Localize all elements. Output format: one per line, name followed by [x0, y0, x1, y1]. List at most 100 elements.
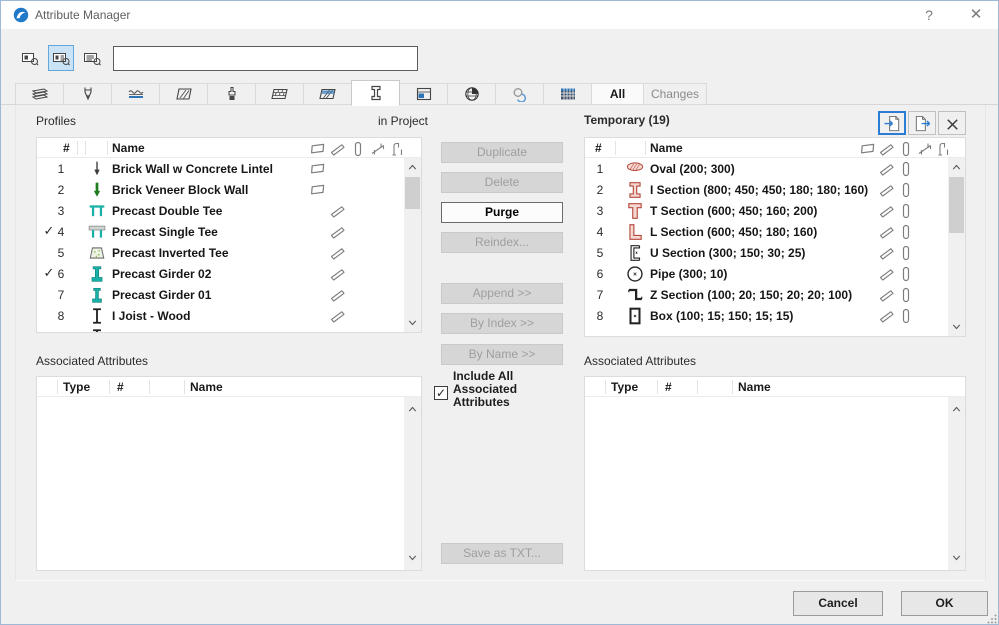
box-icon	[626, 307, 644, 328]
row-number: 6	[57, 267, 65, 281]
clear-temporary-button[interactable]	[938, 111, 966, 135]
row-name: T Section (600; 450; 160; 200)	[650, 204, 818, 218]
save-attribute-file-button[interactable]	[908, 111, 936, 135]
tab-pens[interactable]	[63, 83, 112, 105]
ok-button[interactable]: OK	[901, 591, 988, 616]
tab-changes[interactable]: Changes	[643, 83, 707, 105]
scroll-down-icon[interactable]	[406, 551, 419, 564]
scroll-down-icon[interactable]	[950, 551, 963, 564]
temporary-scrollbar[interactable]	[948, 158, 965, 336]
filter-by-name-button[interactable]	[79, 45, 105, 71]
save-as-txt-button[interactable]: Save as TXT...	[441, 543, 563, 564]
tab-line-types[interactable]	[111, 83, 160, 105]
row-number: 7	[57, 288, 65, 302]
scroll-thumb[interactable]	[949, 177, 964, 233]
delete-button[interactable]: Delete	[441, 172, 563, 193]
column-icon	[898, 203, 914, 222]
temporary-row[interactable]: 2 I Section (800; 450; 450; 180; 180; 160…	[585, 179, 948, 200]
column-icon	[898, 161, 914, 180]
tab-profiles[interactable]	[351, 80, 400, 106]
tab-layers[interactable]	[15, 83, 64, 105]
profile-row[interactable]: 8 I Joist - Wood	[37, 305, 404, 326]
row-profile-preview	[88, 223, 106, 240]
tab-fills[interactable]	[159, 83, 208, 105]
scroll-up-icon[interactable]	[950, 403, 963, 416]
row-number: 8	[57, 309, 65, 323]
column-usage	[898, 141, 914, 157]
profiles-scrollbar[interactable]	[404, 158, 421, 332]
cancel-button[interactable]: Cancel	[793, 591, 883, 616]
oval-icon	[626, 162, 644, 177]
scroll-up-icon[interactable]	[406, 403, 419, 416]
column-usage	[898, 161, 914, 177]
row-profile-preview	[626, 202, 644, 219]
row-number: 3	[596, 204, 604, 218]
tab-operation-profiles[interactable]	[495, 83, 544, 105]
row-name: Pipe (300; 10)	[650, 267, 728, 281]
beam-icon	[879, 311, 895, 327]
mep-systems-icon	[558, 86, 578, 102]
tab-cities[interactable]	[447, 83, 496, 105]
beam-usage	[330, 224, 346, 239]
right-assoc-scrollbar[interactable]	[948, 397, 965, 570]
profile-row[interactable]: ✓ 6 Precast Girder 02	[37, 263, 404, 284]
row-number: 8	[596, 309, 604, 323]
column-usage	[898, 224, 914, 240]
by-index-button[interactable]: By Index >>	[441, 313, 563, 334]
profile-row[interactable]: 7 Precast Girder 01	[37, 284, 404, 305]
include-all-checkbox[interactable]: ✓	[434, 386, 448, 400]
temporary-row[interactable]: 6 Pipe (300; 10)	[585, 263, 948, 284]
scroll-thumb[interactable]	[405, 177, 420, 209]
row-profile-preview	[88, 265, 106, 282]
temporary-row[interactable]: 7 Z Section (100; 20; 150; 20; 20; 100)	[585, 284, 948, 305]
help-button[interactable]: ?	[912, 1, 946, 29]
cities-icon	[462, 86, 482, 102]
row-profile-preview	[626, 286, 644, 303]
scroll-down-icon[interactable]	[950, 320, 963, 333]
close-button[interactable]: ✕	[959, 1, 993, 29]
profile-row[interactable]: 3 Precast Double Tee	[37, 200, 404, 221]
filter-by-index-and-name-button[interactable]	[48, 45, 74, 71]
beam-usage	[330, 203, 346, 218]
temporary-row[interactable]: 8 Box (100; 15; 150; 15; 15)	[585, 305, 948, 326]
profile-row[interactable]: 2 Brick Veneer Block Wall	[37, 179, 404, 200]
scroll-down-icon[interactable]	[406, 316, 419, 329]
column-type: Type	[611, 380, 639, 394]
resize-grip[interactable]	[987, 613, 997, 624]
temporary-row[interactable]: 3 T Section (600; 450; 160; 200)	[585, 200, 948, 221]
search-input[interactable]	[113, 46, 418, 71]
append-button[interactable]: Append >>	[441, 283, 563, 304]
tab-building-materials[interactable]	[303, 83, 352, 105]
tab-composites[interactable]	[255, 83, 304, 105]
profiles-list: # Name 1 Brick Wall w Concrete Lintel 2 Bri…	[36, 137, 422, 333]
tab-surfaces[interactable]	[207, 83, 256, 105]
scroll-up-icon[interactable]	[950, 161, 963, 174]
row-number: 1	[57, 162, 65, 176]
tab-all[interactable]: All	[591, 83, 644, 105]
row-number: 5	[596, 246, 604, 260]
tab-mep-systems[interactable]	[543, 83, 592, 105]
tab-zones[interactable]	[399, 83, 448, 105]
temporary-row[interactable]: 4 L Section (600; 450; 180; 160)	[585, 221, 948, 242]
scroll-up-icon[interactable]	[406, 161, 419, 174]
curtain-wall-usage	[917, 141, 933, 156]
row-number: 3	[57, 204, 65, 218]
temporary-row[interactable]: 5 U Section (300; 150; 30; 25)	[585, 242, 948, 263]
profile-row[interactable]: ✓ 4 Precast Single Tee	[37, 221, 404, 242]
temporary-row[interactable]: 1 Oval (200; 300)	[585, 158, 948, 179]
profile-row[interactable]: 1 Brick Wall w Concrete Lintel	[37, 158, 404, 179]
open-attribute-file-button[interactable]	[878, 111, 906, 135]
wall-usage	[860, 141, 876, 156]
row-name: Brick Wall w Concrete Lintel	[112, 162, 273, 176]
duplicate-button[interactable]: Duplicate	[441, 142, 563, 163]
filter-by-index-button[interactable]	[17, 45, 43, 71]
by-name-button[interactable]: By Name >>	[441, 344, 563, 365]
left-assoc-scrollbar[interactable]	[404, 397, 421, 570]
reindex-button[interactable]: Reindex...	[441, 232, 563, 253]
profile-row-partial[interactable]	[37, 326, 404, 332]
profile-row[interactable]: 5 Precast Inverted Tee	[37, 242, 404, 263]
purge-button[interactable]: Purge	[441, 202, 563, 223]
row-name: Precast Girder 02	[112, 267, 212, 281]
row-number: 4	[57, 225, 65, 239]
close-x-icon	[943, 115, 962, 132]
